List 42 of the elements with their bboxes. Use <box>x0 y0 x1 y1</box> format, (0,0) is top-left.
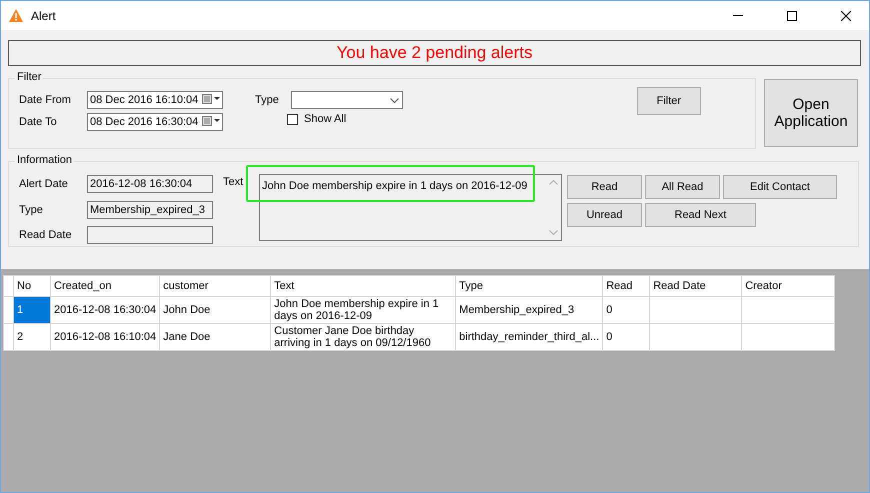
table-cell: birthday_reminder_third_al... <box>456 324 603 350</box>
column-header[interactable]: Text <box>270 276 456 296</box>
open-application-button[interactable]: Open Application <box>764 79 858 147</box>
table-cell: 0 <box>602 296 650 324</box>
field-label: Alert Date <box>19 178 68 190</box>
group-label: Information <box>15 154 74 166</box>
date-picker[interactable]: 08 Dec 2016 16:10:04 <box>87 91 223 109</box>
action-button[interactable]: Edit Contact <box>723 175 837 199</box>
field-label: Type <box>19 204 43 216</box>
table-cell: Membership_expired_3 <box>456 296 603 324</box>
table-cell: 2016-12-08 16:30:04 <box>50 296 160 324</box>
table-cell: Customer Jane Doe birthday arriving in 1 days on 09/12/1960 <box>270 324 456 350</box>
table-cell: 0 <box>602 324 650 350</box>
column-header[interactable]: Created_on <box>50 276 160 296</box>
read-only-field: Membership_expired_3 <box>87 200 213 218</box>
table-cell: 2016-12-08 16:10:04 <box>50 324 160 350</box>
table-cell: John Doe <box>160 296 271 324</box>
action-button[interactable]: Read Next <box>645 203 756 227</box>
group-label: Filter <box>15 71 44 83</box>
table-cell: Jane Doe <box>160 324 271 350</box>
column-header[interactable]: Type <box>456 276 603 296</box>
column-header[interactable]: Creator <box>742 276 835 296</box>
column-header[interactable]: customer <box>160 276 271 296</box>
field-label: Type <box>255 94 279 106</box>
table-cell: John Doe membership expire in 1 days on 2016-12-09 <box>270 296 456 324</box>
field-label: Date To <box>19 116 57 128</box>
table-cell: 1 <box>14 296 50 324</box>
read-only-field: 2016-12-08 16:30:04 <box>87 174 213 193</box>
date-picker[interactable]: 08 Dec 2016 16:30:04 <box>87 113 223 131</box>
filter-button[interactable]: Filter <box>636 87 701 115</box>
action-button[interactable]: Read <box>567 175 642 199</box>
window-title: Alert <box>31 8 57 22</box>
field-label: Read Date <box>19 229 72 242</box>
field-label: Text <box>223 176 244 188</box>
alert-banner: You have 2 pending alerts <box>8 40 861 66</box>
checkbox-label: Show All <box>304 113 346 125</box>
action-button[interactable]: Unread <box>567 203 642 227</box>
table-cell: 2 <box>14 324 50 350</box>
action-button[interactable]: All Read <box>645 175 720 199</box>
column-header[interactable]: Read Date <box>650 276 742 296</box>
column-header[interactable]: Read <box>602 276 650 296</box>
field-label: Date From <box>19 94 71 106</box>
